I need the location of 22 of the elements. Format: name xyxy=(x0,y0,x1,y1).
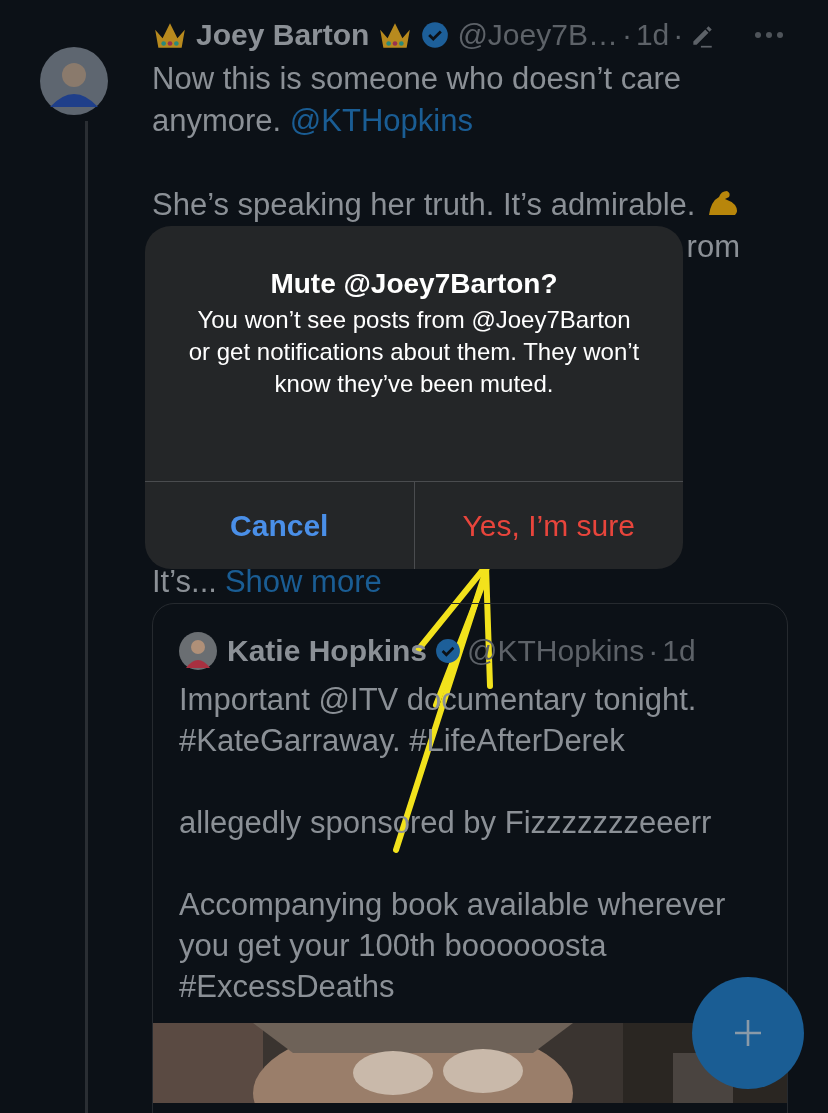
separator-dot: · xyxy=(673,18,684,52)
post-time: 1d xyxy=(662,634,696,668)
author-handle: @Joey7B… xyxy=(457,18,618,52)
more-icon[interactable] xyxy=(754,31,784,39)
avatar xyxy=(179,632,217,670)
separator-dot: · xyxy=(621,18,632,52)
dialog-title: Mute @Joey7Barton? xyxy=(269,267,559,301)
author-name[interactable]: Katie Hopkins xyxy=(227,634,428,668)
dialog-message: You won’t see posts from @Joey7Barton or get notifications about them. They won’t know they’ve been muted. xyxy=(187,305,641,399)
post-time: 1d xyxy=(635,18,670,52)
separator-dot: · xyxy=(648,634,659,668)
confirm-button[interactable]: Yes, I’m sure xyxy=(413,482,683,569)
avatar[interactable] xyxy=(40,47,108,115)
post-text: Accompanying book available wherever xyxy=(179,886,727,924)
post-text: Now this is someone who doesn’t care anymore. @KTHopkins xyxy=(152,60,682,140)
post-text: She’s speaking her truth. It’s admirable. xyxy=(152,184,788,226)
post-text: you get your 100th boooooosta xyxy=(179,927,608,965)
plus-icon xyxy=(733,1018,763,1048)
mention-link[interactable]: @KTHopkins xyxy=(289,103,473,138)
post-text: #ExcessDeaths xyxy=(179,968,396,1006)
author-name[interactable]: Joey Barton xyxy=(196,18,370,52)
post-text: rom xyxy=(686,228,740,266)
